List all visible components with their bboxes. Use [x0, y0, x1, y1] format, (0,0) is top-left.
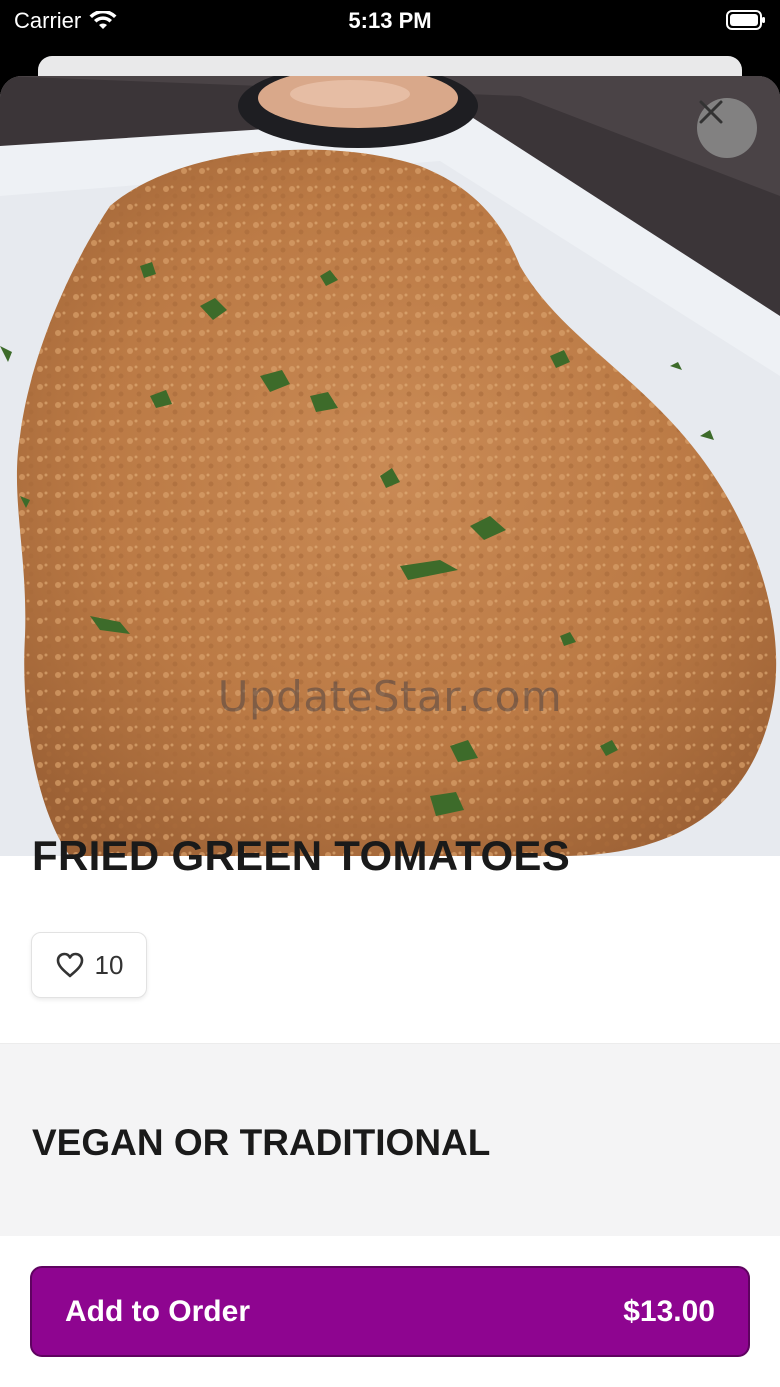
close-icon — [699, 100, 723, 124]
status-bar: Carrier 5:13 PM — [0, 0, 780, 56]
item-photo: UpdateStar.com — [0, 76, 780, 856]
like-count: 10 — [94, 949, 124, 980]
order-price: $13.00 — [623, 1294, 715, 1328]
like-button[interactable]: 10 — [31, 932, 147, 998]
battery-icon — [726, 10, 765, 30]
item-title: FRIED GREEN TOMATOES — [32, 832, 571, 879]
heart-icon — [56, 952, 83, 978]
add-to-order-label: Add to Order — [65, 1294, 250, 1328]
status-time: 5:13 PM — [348, 8, 432, 33]
options-section-title: VEGAN OR TRADITIONAL — [32, 1122, 491, 1163]
add-to-order-button[interactable]: Add to Order $13.00 — [30, 1266, 750, 1357]
bottom-bar: Add to Order $13.00 — [0, 1236, 780, 1387]
watermark: UpdateStar.com — [217, 672, 563, 721]
close-button[interactable] — [697, 98, 757, 158]
food-illustration — [0, 76, 780, 856]
